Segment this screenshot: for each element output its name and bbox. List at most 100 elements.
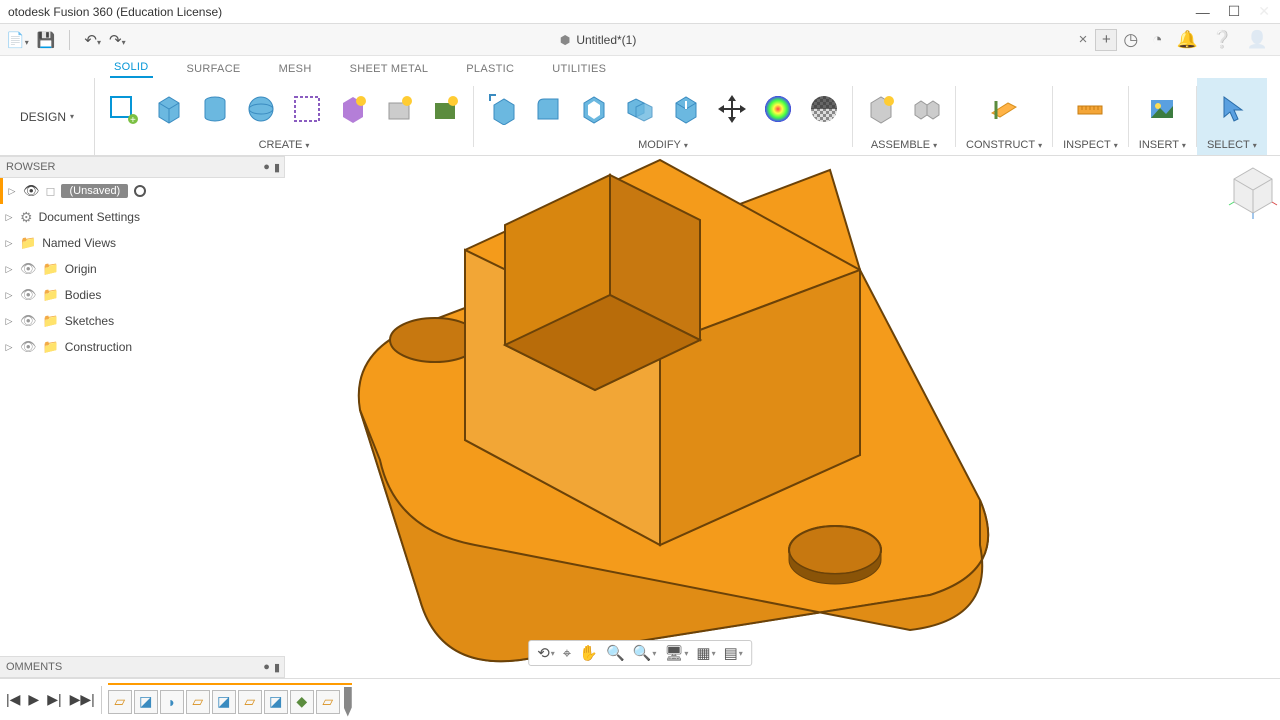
comments-collapse-bar[interactable]: ▮ [274,661,278,674]
job-status-icon[interactable]: ◔ [1152,30,1162,50]
expand-icon[interactable]: ▷ [4,342,14,353]
pcb-icon[interactable] [427,91,463,127]
visibility-icon[interactable]: 👁 [23,183,40,199]
browser-root[interactable]: ▷ 👁 ◻ (Unsaved) [0,178,285,204]
tab-solid[interactable]: SOLID [110,58,153,78]
display-settings-icon[interactable]: 🖥▾ [664,644,688,662]
orbit-icon[interactable]: ⟲▾ [537,644,555,662]
zoom-window-icon[interactable]: 🔍▾ [633,644,657,662]
plane-icon[interactable] [986,91,1022,127]
panel-construct: CONSTRUCT▾ [956,78,1052,155]
grid-settings-icon[interactable]: ▦▾ [696,644,715,662]
viewport-3d[interactable] [300,150,1020,670]
comments-collapse-dot[interactable]: ● [263,661,270,673]
visibility-icon[interactable]: 👁 [20,287,37,303]
timeline-item[interactable]: ▱ [316,690,340,714]
timeline-item[interactable]: ▱ [108,690,132,714]
form-icon[interactable] [289,91,325,127]
folder-icon: 📁 [20,235,36,251]
folder-icon: 📁 [43,287,59,303]
timeline-marker[interactable] [344,687,352,717]
timeline-play-button[interactable]: ▶ [28,691,39,708]
combine-icon[interactable] [622,91,658,127]
derive-icon[interactable] [335,91,371,127]
zoom-icon[interactable]: 🔍 [606,644,625,662]
look-at-icon[interactable]: ⌖ [563,645,571,662]
save-button[interactable]: 💾 [37,31,56,49]
cylinder-icon[interactable] [197,91,233,127]
browser-item[interactable]: ▷ 👁 📁 Origin [0,256,285,282]
extensions-icon[interactable]: ◷ [1123,30,1138,50]
browser-root-label: (Unsaved) [61,184,128,198]
browser-header: ROWSER ●▮ [0,156,285,178]
expand-icon[interactable]: ▷ [4,264,14,275]
help-icon[interactable]: ❔ [1212,30,1233,50]
tab-mesh[interactable]: MESH [275,60,316,78]
timeline-item[interactable]: ◗ [160,690,184,714]
timeline-end-button[interactable]: ▶▶| [70,691,95,708]
folder-icon: 📁 [43,339,59,355]
document-tab[interactable]: ⬢ Untitled*(1) [126,33,1071,47]
maximize-button[interactable]: ☐ [1228,3,1241,20]
browser-item[interactable]: ▷👁📁Construction [0,334,285,360]
user-icon[interactable]: 👤 [1247,30,1268,50]
sketch-icon[interactable]: + [105,91,141,127]
box-icon[interactable] [151,91,187,127]
select-icon[interactable] [1214,91,1250,127]
browser-item[interactable]: ▷👁📁Sketches [0,308,285,334]
undo-button[interactable]: ↶▾ [84,31,101,49]
appearance-icon[interactable] [760,91,796,127]
browser-item[interactable]: ▷⚙Document Settings [0,204,285,230]
timeline-item[interactable]: ▱ [186,690,210,714]
tab-surface[interactable]: SURFACE [183,60,245,78]
browser-collapse-dot[interactable]: ● [263,161,270,173]
browser-item[interactable]: ▷📁Named Views [0,230,285,256]
visibility-icon[interactable]: 👁 [20,339,37,355]
pan-icon[interactable]: ✋ [579,644,598,662]
timeline-item[interactable]: ◪ [264,690,288,714]
viewport-layout-icon[interactable]: ▤▾ [724,644,743,662]
joint-icon[interactable] [909,91,945,127]
visibility-icon[interactable]: 👁 [20,313,37,329]
tab-plastic[interactable]: PLASTIC [462,60,518,78]
move-icon[interactable] [714,91,750,127]
notifications-icon[interactable]: 🔔 [1176,30,1197,50]
timeline-step-button[interactable]: ▶| [47,691,61,708]
expand-icon[interactable]: ▷ [7,186,17,197]
expand-icon[interactable]: ▷ [4,238,14,249]
timeline-item[interactable]: ◪ [212,690,236,714]
material-icon[interactable] [806,91,842,127]
tab-sheet-metal[interactable]: SHEET METAL [346,60,433,78]
expand-icon[interactable]: ▷ [4,316,14,327]
tab-utilities[interactable]: UTILITIES [548,60,610,78]
new-component-icon[interactable] [863,91,899,127]
timeline-item[interactable]: ▱ [238,690,262,714]
timeline-item[interactable]: ◪ [134,690,158,714]
press-pull-icon[interactable] [484,91,520,127]
expand-icon[interactable]: ▷ [4,290,14,301]
browser-item-label: Origin [65,262,97,276]
workspace-switcher[interactable]: DESIGN▾ [0,78,95,155]
view-cube[interactable] [1228,164,1278,220]
offset-face-icon[interactable] [668,91,704,127]
browser-collapse-bar[interactable]: ▮ [274,161,278,174]
folder-icon: 📁 [43,261,59,277]
browser-item[interactable]: ▷👁📁Bodies [0,282,285,308]
document-tab-close[interactable]: × [1071,31,1096,48]
timeline-start-button[interactable]: |◀ [6,691,20,708]
emboss-icon[interactable] [381,91,417,127]
timeline-item[interactable]: ◆ [290,690,314,714]
new-document-button[interactable]: + [1095,29,1117,51]
redo-button[interactable]: ↷▾ [109,31,126,49]
expand-icon[interactable]: ▷ [4,212,14,223]
visibility-icon[interactable]: 👁 [20,261,37,277]
minimize-button[interactable]: — [1196,4,1210,20]
activate-radio-icon[interactable] [134,185,146,197]
sphere-icon[interactable] [243,91,279,127]
close-button[interactable]: ✕ [1258,3,1270,20]
measure-icon[interactable] [1072,91,1108,127]
fillet-icon[interactable] [530,91,566,127]
insert-icon[interactable] [1144,91,1180,127]
shell-icon[interactable] [576,91,612,127]
file-menu-button[interactable]: 📄▾ [6,31,29,49]
